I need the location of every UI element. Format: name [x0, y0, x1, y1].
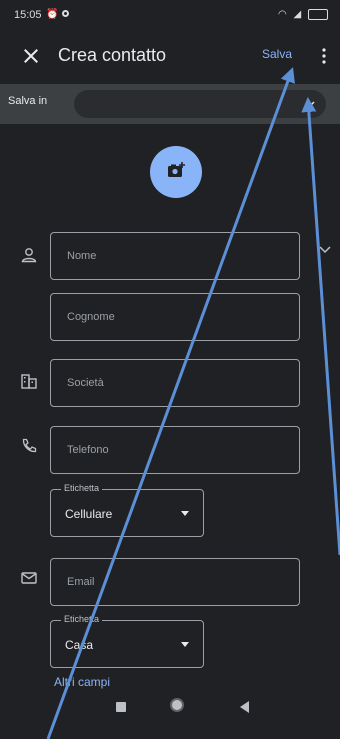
dropdown-arrow-icon [181, 642, 189, 647]
alarm-icon: ⏰ [46, 9, 59, 20]
save-to-account-dropdown[interactable] [74, 90, 326, 118]
annotation-arrow-to-dropdown [301, 97, 340, 556]
add-photo-icon [168, 162, 185, 177]
email-field[interactable]: Email [50, 558, 300, 606]
last-name-placeholder: Cognome [67, 311, 115, 323]
back-button[interactable] [240, 701, 249, 713]
phone-label-select[interactable]: Etichetta Cellulare [50, 483, 204, 537]
system-nav-bar [0, 690, 340, 739]
dropdown-arrow-icon [181, 511, 189, 516]
notification-dot-icon [62, 10, 69, 17]
chevron-down-icon [305, 101, 315, 108]
app-bar: Crea contatto Salva [0, 34, 340, 80]
person-icon [21, 248, 37, 263]
wifi-icon: ◠ [278, 9, 287, 21]
status-bar: 15:05 ⏰ ◠ ◢ [0, 0, 340, 32]
signal-icon: ◢ [293, 9, 302, 21]
save-to-bar: Salva in [0, 84, 340, 124]
company-placeholder: Società [67, 377, 104, 389]
first-name-placeholder: Nome [67, 250, 97, 262]
recents-button[interactable] [116, 702, 126, 712]
more-fields-link[interactable]: Altri campi [54, 675, 110, 689]
close-button[interactable] [16, 41, 46, 71]
first-name-field[interactable]: Nome [50, 232, 300, 280]
phone-field[interactable]: Telefono [50, 426, 300, 474]
close-icon [24, 49, 38, 63]
page-title: Crea contatto [58, 45, 167, 65]
home-button[interactable] [170, 698, 184, 712]
save-to-label: Salva in [8, 95, 48, 107]
more-vert-icon [322, 48, 326, 64]
last-name-field[interactable]: Cognome [50, 293, 300, 341]
business-icon [21, 374, 37, 389]
more-options-button[interactable] [318, 45, 330, 67]
phone-icon [22, 438, 37, 453]
mail-icon [21, 572, 37, 584]
phone-label-value: Cellulare [65, 507, 113, 521]
phone-label-legend: Etichetta [61, 483, 103, 493]
status-time: 15:05 [14, 9, 42, 21]
email-label-legend: Etichetta [61, 614, 103, 624]
battery-icon [308, 9, 328, 20]
email-label-value: Casa [65, 638, 94, 652]
expand-name-chevron-icon[interactable] [318, 242, 332, 256]
email-label-select[interactable]: Etichetta Casa [50, 614, 204, 668]
add-photo-button[interactable] [150, 146, 202, 198]
save-button[interactable]: Salva [262, 47, 292, 61]
phone-placeholder: Telefono [67, 444, 109, 456]
email-placeholder: Email [67, 576, 95, 588]
company-field[interactable]: Società [50, 359, 300, 407]
